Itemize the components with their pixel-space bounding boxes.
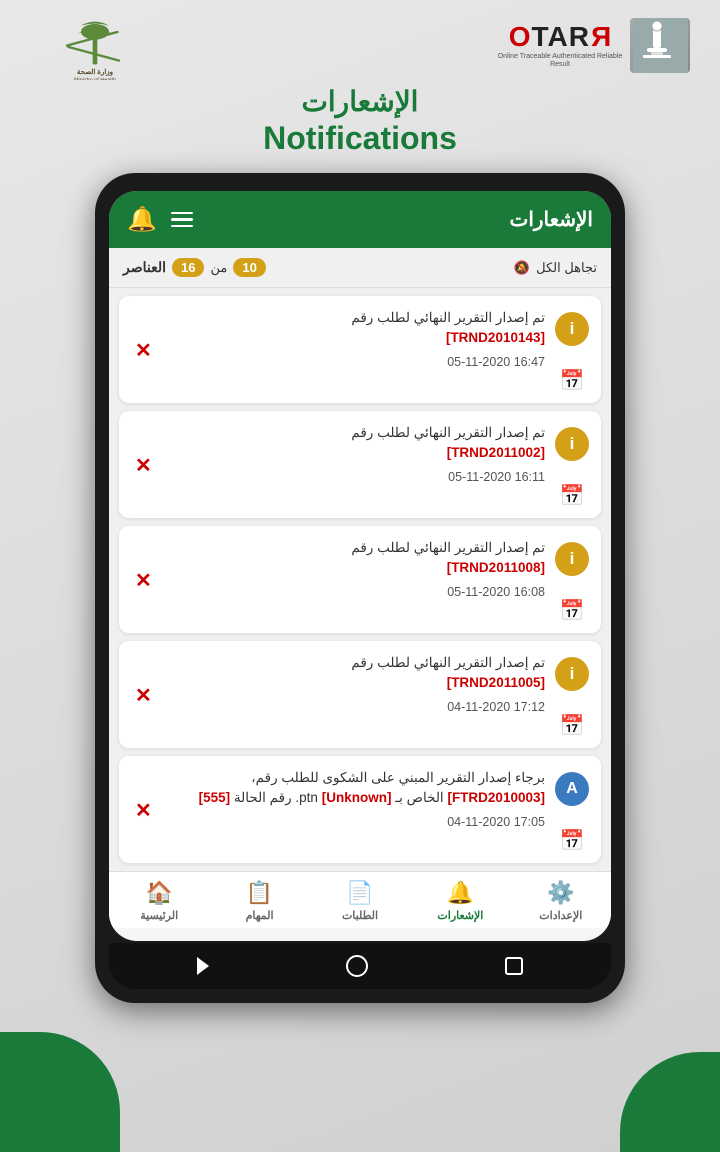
calendar-icon-3[interactable]: 📅 [560,598,585,623]
close-button-4[interactable]: ✕ [131,681,156,710]
tasks-icon: 📋 [246,880,273,906]
card-actions-5: A 📅 [555,768,589,853]
card-ref-2: [TRND2011002] [447,445,545,460]
elements-label: العناصر [123,259,166,276]
header-action-icons: 🔔 [127,205,193,234]
app-header: 🔔 الإشعارات [109,191,611,248]
card-date-2: 05-11-2020 16:11 [166,470,545,484]
phone-frame: 🔔 الإشعارات 🔕 تجاهل الكل 10 من [95,173,625,1003]
calendar-icon-4[interactable]: 📅 [560,713,585,738]
card-ref-1: [TRND2010143] [446,330,545,345]
svg-text:وزارة الصحة: وزارة الصحة [77,68,113,76]
close-button-5[interactable]: ✕ [131,796,156,825]
ignore-all-label: تجاهل الكل [536,260,597,276]
card-body-4: تم إصدار التقرير النهائي لطلب رقم [TRND2… [166,653,545,714]
nav-item-notifications[interactable]: 🔔 الإشعارات [410,880,510,922]
bottom-navigation: ⚙️ الإعدادات 🔔 الإشعارات 📄 الطلبات 📋 الم… [109,871,611,928]
notification-card-3: i 📅 تم إصدار التقرير النهائي لطلب رقم [T… [119,526,601,633]
bell-icon[interactable]: 🔔 [127,205,157,234]
card-date-3: 05-11-2020 16:08 [166,585,545,599]
notifications-list: i 📅 تم إصدار التقرير النهائي لطلب رقم [T… [109,288,611,871]
card-message-4: تم إصدار التقرير النهائي لطلب رقم [TRND2… [166,653,545,694]
info-button-2[interactable]: i [555,427,589,461]
card-body-1: تم إصدار التقرير النهائي لطلب رقم [TRND2… [166,308,545,369]
avatar-button-5[interactable]: A [555,772,589,806]
notifications-icon: 🔔 [447,880,474,906]
card-actions-2: i 📅 [555,423,589,508]
moh-logo: وزارة الصحة Ministry of Health [30,10,160,80]
card-date-4: 04-11-2020 17:12 [166,700,545,714]
close-button-3[interactable]: ✕ [131,566,156,595]
card-date-1: 05-11-2020 16:47 [166,355,545,369]
phone-screen: 🔔 الإشعارات 🔕 تجاهل الكل 10 من [109,191,611,941]
nav-label-settings: الإعدادات [539,909,582,922]
otara-logo: OTARR Online Traceable Authenticated Rel… [495,18,690,73]
notification-card-1: i 📅 تم إصدار التقرير النهائي لطلب رقم [T… [119,296,601,403]
calendar-icon-5[interactable]: 📅 [560,828,585,853]
ignore-all-button[interactable]: 🔕 تجاهل الكل [514,260,597,276]
menu-icon[interactable] [171,212,193,228]
home-button[interactable] [346,955,368,977]
otara-image [630,18,690,73]
info-button-3[interactable]: i [555,542,589,576]
nav-label-home: الرئيسية [140,909,178,922]
nav-item-tasks[interactable]: 📋 المهام [209,880,309,922]
calendar-icon-1[interactable]: 📅 [560,368,585,393]
close-button-1[interactable]: ✕ [131,336,156,365]
ignore-icon: 🔕 [514,260,530,276]
nav-item-settings[interactable]: ⚙️ الإعدادات [511,880,611,922]
recents-button[interactable] [505,957,523,975]
card-ref-5a: [FTRD2010003] [447,790,545,805]
count-group: 10 من 16 العناصر [123,258,266,277]
nav-label-tasks: المهام [246,909,274,922]
card-ref-5b: [Unknown] [322,790,392,805]
home-icon: 🏠 [145,880,172,906]
card-body-5: برجاء إصدار التقرير المبني على الشكوى لل… [166,768,545,829]
card-message-5: برجاء إصدار التقرير المبني على الشكوى لل… [166,768,545,809]
card-message-1: تم إصدار التقرير النهائي لطلب رقم [TRND2… [166,308,545,349]
card-date-5: 04-11-2020 17:05 [166,815,545,829]
back-button[interactable] [197,957,209,975]
card-actions-4: i 📅 [555,653,589,738]
card-actions-1: i 📅 [555,308,589,393]
card-body-3: تم إصدار التقرير النهائي لطلب رقم [TRND2… [166,538,545,599]
notification-card-5: A 📅 برجاء إصدار التقرير المبني على الشكو… [119,756,601,863]
nav-item-requests[interactable]: 📄 الطلبات [310,880,410,922]
page-title-en: Notifications [0,120,720,157]
card-ref-3: [TRND2011008] [447,560,545,575]
notifications-toolbar: 🔕 تجاهل الكل 10 من 16 العناصر [109,248,611,288]
card-message-3: تم إصدار التقرير النهائي لطلب رقم [TRND2… [166,538,545,579]
notification-card-4: i 📅 تم إصدار التقرير النهائي لطلب رقم [T… [119,641,601,748]
nav-label-requests: الطلبات [342,909,378,922]
card-message-2: تم إصدار التقرير النهائي لطلب رقم [TRND2… [166,423,545,464]
count-shown-badge: 10 [233,258,265,277]
card-ref-4: [TRND2011005] [447,675,545,690]
close-button-2[interactable]: ✕ [131,451,156,480]
header-logos: وزارة الصحة Ministry of Health OTARR Onl… [0,0,720,90]
otara-subtitle: Online Traceable Authenticated Reliable … [495,53,625,70]
card-ref-5c: [555] [199,790,231,805]
app-header-title: الإشعارات [509,207,593,232]
calendar-icon-2[interactable]: 📅 [560,483,585,508]
nav-label-notifications: الإشعارات [437,909,483,922]
card-body-2: تم إصدار التقرير النهائي لطلب رقم [TRND2… [166,423,545,484]
android-nav-bar [109,943,611,989]
of-text: من [210,260,227,276]
page-title-ar: الإشعارات [0,85,720,118]
notification-card-2: i 📅 تم إصدار التقرير النهائي لطلب رقم [T… [119,411,601,518]
page-title-section: الإشعارات Notifications [0,85,720,157]
requests-icon: 📄 [346,880,373,906]
card-actions-3: i 📅 [555,538,589,623]
svg-text:Ministry of Health: Ministry of Health [74,78,116,80]
settings-icon: ⚙️ [547,880,574,906]
count-total-badge: 16 [172,258,204,277]
info-button-1[interactable]: i [555,312,589,346]
nav-item-home[interactable]: 🏠 الرئيسية [109,880,209,922]
info-button-4[interactable]: i [555,657,589,691]
